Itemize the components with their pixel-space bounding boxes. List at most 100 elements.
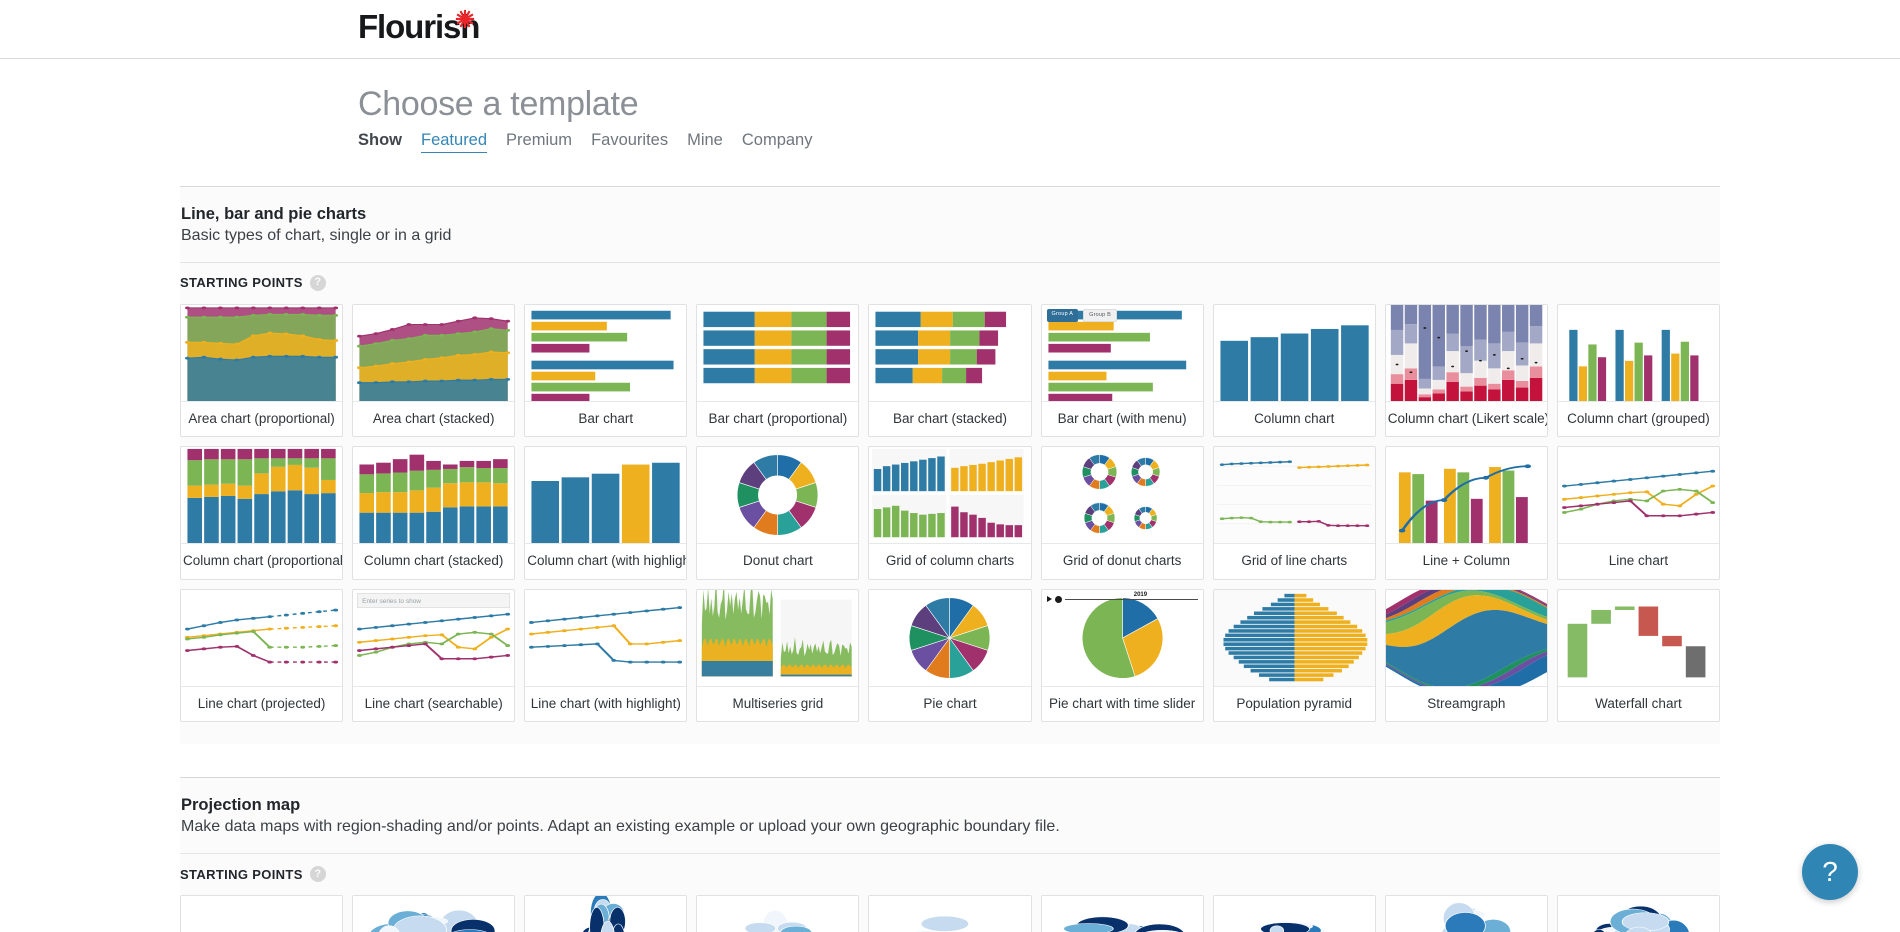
template-card[interactable]: Enter series to show Line chart (searchab… [352,588,516,723]
template-thumbnail-area-proportional [181,304,343,401]
template-thumbnail-streamgraph [1385,589,1547,686]
template-thumbnail-column-stacked [353,447,515,544]
template-card[interactable]: Column chart (stacked) [352,446,516,580]
template-card[interactable]: Multiseries grid [696,588,860,723]
template-thumbnail-pie-slider: 2019 [1041,589,1203,686]
template-card[interactable]: Column chart [1212,303,1376,438]
template-thumbnail-line [1557,447,1719,544]
template-card[interactable]: Column chart (with highlight) [524,446,688,580]
tab-featured[interactable]: Featured [421,131,488,153]
template-thumbnail-column-highlight [525,447,687,544]
template-card[interactable]: Line chart (with highlight) [524,588,688,723]
template-card-label: Population pyramid [1213,685,1375,722]
template-card[interactable]: Bar chart (proportional) [696,303,860,438]
asterisk-star-icon [455,9,475,29]
starting-points-header: STARTING POINTS ? [180,261,1720,291]
template-card[interactable]: Streamgraph [1384,588,1548,723]
template-card[interactable]: Column chart (Likert scale) [1384,303,1548,438]
template-card[interactable]: Area chart (proportional) [180,303,344,438]
template-thumbnail-bar-stacked [869,304,1031,401]
template-card-label: Column chart (stacked) [353,543,515,579]
tab-company[interactable]: Company [742,131,813,150]
tab-premium[interactable]: Premium [506,131,572,150]
template-thumbnail-area-stacked [353,304,515,401]
template-thumbnail-line-column [1385,447,1547,544]
menu-chip-group-a[interactable]: Group A [1046,308,1079,323]
template-card[interactable]: Grid of column charts [868,446,1032,580]
template-card[interactable]: Line + Column [1384,446,1548,580]
template-card[interactable]: Area chart (stacked) [352,303,516,438]
template-card-label: Bar chart [525,400,687,437]
template-card-label: Column chart [1213,400,1375,437]
template-card-label: Line chart (with highlight) [525,685,687,722]
template-card-label: Column chart (proportional) [181,543,343,579]
template-thumbnail-map-australia-states [1041,896,1203,932]
template-thumbnail-bar [525,304,687,401]
template-thumbnail-line-highlight [525,589,687,686]
template-card-label: Pie chart with time slider [1041,685,1203,722]
template-card-label: Line chart (projected) [181,685,343,722]
template-card-label: Donut chart [697,543,859,579]
show-label: Show [358,130,402,149]
section-title: Projection map [181,796,301,815]
template-card[interactable]: Donut chart [696,446,860,580]
time-slider[interactable]: 2019 [1046,592,1198,606]
template-card-label: Column chart (with highlight) [525,543,687,579]
template-card[interactable]: Population pyramid [1212,588,1376,723]
template-card[interactable] [868,895,1032,932]
template-card[interactable]: Grid of line charts [1212,446,1376,580]
template-card[interactable] [1556,895,1720,932]
template-thumbnail-grid-line [1213,447,1375,544]
section-header: Projection map Make data maps with regio… [180,778,1720,854]
template-thumbnail-column-grouped [1557,304,1719,401]
template-thumbnail-column-likert [1385,304,1547,401]
template-thumbnail-column [1213,304,1375,401]
slider-handle[interactable] [1054,595,1062,603]
template-thumbnail-bar-menu: Group A Group B [1041,304,1203,401]
template-thumbnail-line-searchable: Enter series to show [353,589,515,686]
template-card-label: Bar chart (proportional) [697,400,859,437]
tab-mine[interactable]: Mine [687,131,723,150]
help-fab-button[interactable]: ? [1802,844,1858,900]
template-card[interactable]: Pie chart [868,588,1032,723]
template-card[interactable] [1384,895,1548,932]
template-card[interactable]: Bar chart (stacked) [868,303,1032,438]
template-card[interactable] [180,895,344,932]
series-search-input[interactable]: Enter series to show [357,592,511,608]
template-thumbnail-line-projected [181,589,343,686]
template-card[interactable]: 2019 Pie chart with time slider [1040,588,1204,723]
template-thumbnail-waterfall [1557,589,1719,686]
slider-year-label: 2019 [1133,591,1148,598]
section-header: Line, bar and pie charts Basic types of … [180,186,1720,262]
help-question-icon[interactable]: ? [309,274,326,291]
template-card[interactable]: Line chart (projected) [180,588,344,723]
template-card[interactable]: Group A Group B Bar chart (with menu) [1040,303,1204,438]
template-thumbnail-grid-donut [1041,447,1203,544]
section-line-bar-pie: Line, bar and pie charts Basic types of … [180,185,1720,745]
template-card-label: Area chart (stacked) [353,400,515,437]
template-thumbnail-population-pyramid [1213,589,1375,686]
template-card[interactable] [696,895,860,932]
section-subtitle: Make data maps with region-shading and/o… [181,818,1060,836]
template-card[interactable]: Column chart (grouped) [1556,303,1720,438]
template-card[interactable]: Line chart [1556,446,1720,580]
template-card[interactable]: Waterfall chart [1556,588,1720,723]
template-thumbnail-map-australia [869,896,1031,932]
section-subtitle: Basic types of chart, single or in a gri… [181,226,452,244]
template-card[interactable] [1212,895,1376,932]
template-card[interactable]: Column chart (proportional) [180,446,344,580]
template-card-grid: Area chart (proportional) Area chart (sta… [180,291,1720,745]
template-card[interactable] [352,895,516,932]
menu-chip-group-b[interactable]: Group B [1083,308,1118,323]
template-sections: Line, bar and pie charts Basic types of … [0,185,1900,932]
series-menu[interactable]: Group A Group B [1046,308,1118,323]
template-card[interactable] [524,895,688,932]
template-card[interactable]: Bar chart [524,303,688,438]
template-card[interactable]: Grid of donut charts [1040,446,1204,580]
slider-track[interactable]: 2019 [1064,592,1198,600]
play-icon[interactable] [1046,596,1052,603]
template-thumbnail-pie [869,589,1031,686]
tab-favourites[interactable]: Favourites [591,131,668,150]
help-question-icon[interactable]: ? [309,866,326,883]
template-card[interactable] [1040,895,1204,932]
